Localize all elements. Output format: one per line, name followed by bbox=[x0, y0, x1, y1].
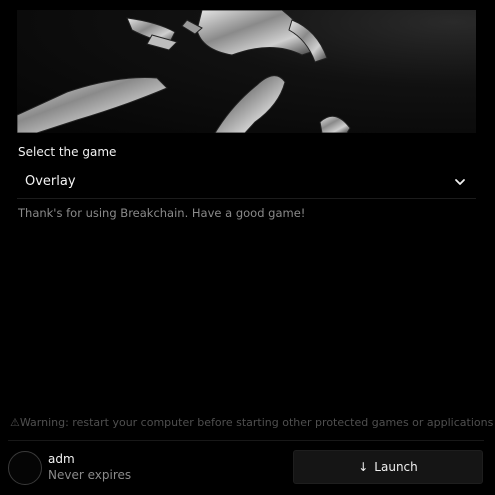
launch-button-label: Launch bbox=[374, 460, 418, 474]
arrow-down-icon: ↓ bbox=[358, 460, 369, 474]
subscription-status: Never expires bbox=[48, 468, 132, 482]
avatar bbox=[8, 451, 42, 485]
game-select-dropdown[interactable]: Overlay bbox=[17, 166, 476, 199]
footer-divider bbox=[8, 440, 484, 441]
selected-game-value: Overlay bbox=[25, 174, 76, 189]
launch-button[interactable]: ↓ Launch bbox=[293, 450, 483, 484]
chevron-down-icon bbox=[455, 179, 465, 185]
select-game-label: Select the game bbox=[18, 145, 117, 159]
thanks-message: Thank's for using Breakchain. Have a goo… bbox=[18, 206, 306, 220]
user-name: adm bbox=[48, 452, 75, 466]
warning-message: ⚠Warning: restart your computer before s… bbox=[10, 416, 495, 429]
banner-image bbox=[17, 10, 476, 133]
